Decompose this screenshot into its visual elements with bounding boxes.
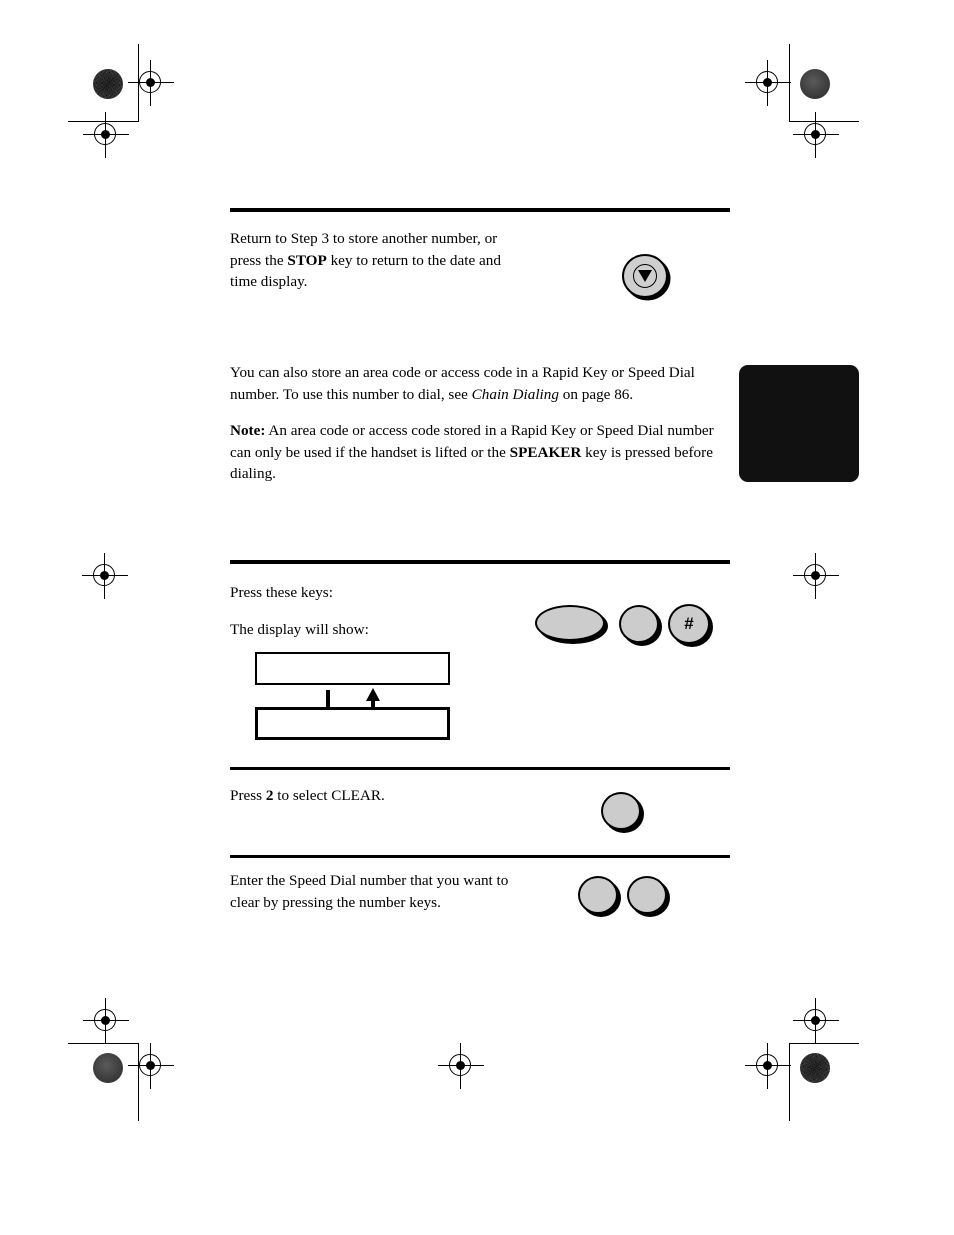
stop-key-name: STOP [287,251,327,269]
reg-mark-center-dot [810,1015,820,1025]
content-column: Return to Step 3 to store another number… [230,0,730,1235]
stop-triangle-glyph [638,270,652,282]
press-these-keys-label: Press these keys: [230,584,333,601]
chain-dialing-paragraph: You can also store an area code or acces… [230,362,715,405]
density-patch-bottom-right [800,1053,830,1083]
reg-mark-center-dot [100,1015,110,1025]
section-rule-press-keys [230,560,730,564]
pound-icon: # [684,614,694,633]
function-key[interactable] [535,605,605,641]
density-patch-top-right [800,69,830,99]
lcd-display-line-top [255,652,450,685]
manual-page-proof: Return to Step 3 to store another number… [0,0,954,1235]
numeric-key-second[interactable] [627,876,667,914]
numeric-key-2[interactable] [601,792,641,830]
reg-mark-center-dot [100,129,110,139]
density-patch-bottom-left [93,1053,123,1083]
section-rule-enter-speed-dial [230,855,730,858]
enter-speed-dial-text: Enter the Speed Dial number that you wan… [230,872,509,911]
reg-mark-top-left-inner [83,112,129,158]
reg-mark-bottom-left-outer [128,1043,174,1089]
reg-mark-center-dot [145,1060,155,1070]
note-label: Note: [230,422,266,439]
reg-mark-top-right-inner [793,112,839,158]
chain-dialing-text-part2: on page 86. [558,385,634,403]
reg-mark-bottom-right-inner [793,998,839,1044]
reg-mark-center-dot [99,570,109,580]
note-paragraph: Note: An area code or access code stored… [230,420,715,485]
reg-mark-bottom-right-outer [745,1043,791,1089]
press-2-text: Press 2 to select CLEAR. [230,785,530,807]
pound-key[interactable]: # [668,604,710,644]
reg-mark-center-dot [810,570,820,580]
stop-icon [633,264,657,288]
reg-mark-mid-left [82,553,128,599]
numeric-key[interactable] [619,605,659,643]
step-return-text: Return to Step 3 to store another number… [230,228,530,293]
note-block: You can also store an area code or acces… [230,362,730,485]
section-rule-top [230,208,730,212]
reg-mark-center-dot [762,1060,772,1070]
reg-mark-center-dot [810,129,820,139]
numeric-key-first[interactable] [578,876,618,914]
chapter-thumb-index-tab [739,365,859,482]
display-will-show-label: The display will show: [230,620,369,638]
section-rule-press-2 [230,767,730,770]
press-2-text-part1: Press [230,787,266,804]
density-patch-top-left [93,69,123,99]
arrow-up-head [366,688,380,701]
speaker-key-name: SPEAKER [509,443,582,461]
reg-mark-top-left-outer [128,60,174,106]
step-press-2-block: Press 2 to select CLEAR. [230,785,730,807]
reg-mark-top-right-outer [745,60,791,106]
lcd-display-line-bottom [255,707,450,740]
press-2-text-part2: to select CLEAR. [273,787,385,804]
reg-mark-bottom-left-inner [83,998,129,1044]
chain-dialing-reference: Chain Dialing [471,385,559,403]
stop-key[interactable] [622,254,668,298]
reg-mark-center-dot [762,77,772,87]
reg-mark-mid-right [793,553,839,599]
reg-mark-center-dot [145,77,155,87]
